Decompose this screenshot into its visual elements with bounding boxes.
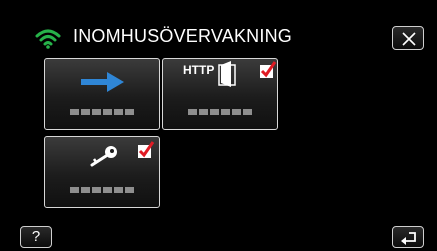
http-door-icon: HTTP (183, 61, 236, 87)
checkmark-icon (260, 61, 277, 78)
key-icon (90, 146, 117, 167)
screen: INOMHUSÖVERVAKNING HTTP ? (0, 0, 437, 251)
close-x-icon (402, 32, 416, 46)
wifi-icon (35, 29, 61, 49)
back-button[interactable] (392, 226, 424, 248)
tile-label-placeholder (70, 109, 134, 115)
checkmark-icon (138, 141, 155, 158)
return-arrow-icon (401, 232, 416, 245)
arrow-right-icon (81, 72, 124, 92)
tile-label-placeholder (70, 187, 134, 193)
close-button[interactable] (392, 26, 424, 50)
help-button[interactable]: ? (20, 226, 52, 248)
http-icon-text: HTTP (183, 63, 214, 77)
tile-http[interactable]: HTTP (162, 58, 278, 130)
tile-key[interactable] (44, 136, 160, 208)
tile-arrow[interactable] (44, 58, 160, 130)
header-bar: INOMHUSÖVERVAKNING (0, 20, 437, 56)
page-title: INOMHUSÖVERVAKNING (73, 26, 292, 46)
tile-label-placeholder (188, 109, 252, 115)
